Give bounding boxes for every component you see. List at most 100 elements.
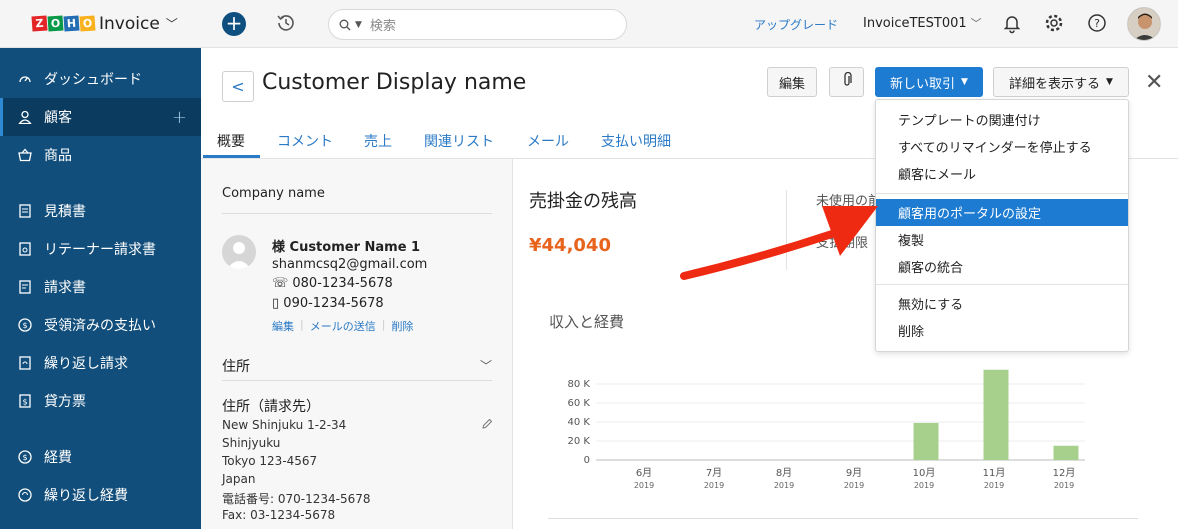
quick-create-button[interactable]: + xyxy=(222,12,246,36)
sidebar-item-dashboard[interactable]: ダッシュボード xyxy=(0,60,201,98)
sidebar-item-credit-notes[interactable]: $ 貸方票 xyxy=(0,382,201,420)
pencil-icon[interactable] xyxy=(481,418,493,434)
recurring-icon xyxy=(18,356,32,370)
org-name: InvoiceTEST001 xyxy=(863,16,967,31)
dashboard-icon xyxy=(18,72,32,86)
active-tab-indicator xyxy=(203,155,260,158)
sidebar-item-recurring-expenses[interactable]: 繰り返し経費 xyxy=(0,476,201,514)
zoho-logo-letter: Z xyxy=(31,15,48,32)
back-button[interactable]: < xyxy=(222,71,254,102)
delete-contact-link[interactable]: 削除 xyxy=(391,318,413,334)
contact-mobile-value: 090-1234-5678 xyxy=(283,296,384,311)
gear-icon[interactable] xyxy=(1043,12,1065,38)
send-email-link[interactable]: メールの送信 xyxy=(310,318,376,334)
menu-divider xyxy=(876,193,1128,194)
x-tick-label: 6月 xyxy=(636,467,652,479)
chart-title: 収入と経費 xyxy=(549,313,625,331)
user-avatar[interactable] xyxy=(1127,7,1161,41)
address-line: Japan xyxy=(222,472,256,486)
menu-item-associate-templates[interactable]: テンプレートの関連付け xyxy=(876,106,1128,133)
contact-email: shanmcsq2@gmail.com xyxy=(272,257,428,272)
edit-button[interactable]: 編集 xyxy=(767,67,817,97)
chevron-down-icon[interactable]: ﹀ xyxy=(480,357,492,374)
edit-contact-link[interactable]: 編集 xyxy=(272,318,294,334)
x-tick-year: 2019 xyxy=(1054,481,1074,490)
upgrade-link[interactable]: アップグレード xyxy=(754,16,838,33)
sidebar: Z O H O Invoice ﹀ ダッシュボード 顧客 + 商品 見積書 リテ… xyxy=(0,0,201,529)
caret-down-icon: ▼ xyxy=(1106,77,1113,87)
sidebar-item-label: 商品 xyxy=(44,148,72,164)
chevron-down-icon: ﹀ xyxy=(970,17,982,30)
sidebar-item-recurring-invoices[interactable]: 繰り返し請求 xyxy=(0,344,201,382)
menu-item-email-customer[interactable]: 顧客にメール xyxy=(876,160,1128,187)
new-transaction-button[interactable]: 新しい取引 ▼ xyxy=(875,67,983,97)
payment-due-label: 支払期限 xyxy=(816,236,869,251)
x-tick-year: 2019 xyxy=(704,481,724,490)
caret-down-icon[interactable]: ▼ xyxy=(355,20,362,30)
x-tick-year: 2019 xyxy=(844,481,864,490)
contact-mobile: ▯ 090-1234-5678 xyxy=(272,296,384,311)
bar xyxy=(1053,445,1079,460)
chevron-left-icon: < xyxy=(231,77,245,96)
zoho-logo-letter: O xyxy=(47,15,64,32)
brand-switcher[interactable]: Z O H O Invoice ﹀ xyxy=(0,0,201,48)
close-icon[interactable]: ✕ xyxy=(1145,70,1163,95)
y-tick-label: 20 K xyxy=(568,436,591,447)
zoho-logo-letter: O xyxy=(79,15,96,32)
expense-icon: $ xyxy=(18,450,32,464)
tab-mails[interactable]: メール xyxy=(527,131,569,151)
x-tick-label: 11月 xyxy=(983,467,1006,479)
x-tick-label: 7月 xyxy=(706,467,722,479)
zoho-logo-letter: H xyxy=(63,15,80,32)
brand-name: Invoice xyxy=(99,13,160,34)
address-section-header[interactable]: 住所 xyxy=(222,356,250,376)
y-tick-label: 0 xyxy=(584,455,590,466)
svg-text:$: $ xyxy=(22,453,27,462)
separator: | xyxy=(381,318,386,331)
organization-switcher[interactable]: InvoiceTEST001 ﹀ xyxy=(863,15,982,31)
attach-button[interactable] xyxy=(829,67,864,97)
basket-icon xyxy=(18,148,32,162)
tab-related-lists[interactable]: 関連リスト xyxy=(424,131,494,151)
sidebar-item-estimates[interactable]: 見積書 xyxy=(0,192,201,230)
sidebar-item-label: 繰り返し経費 xyxy=(44,488,128,504)
sidebar-item-expenses[interactable]: $ 経費 xyxy=(0,438,201,476)
menu-item-clone[interactable]: 複製 xyxy=(876,226,1128,253)
estimate-icon xyxy=(18,204,32,218)
recurring-expense-icon xyxy=(18,488,32,502)
tab-comments[interactable]: コメント xyxy=(277,131,333,151)
sidebar-item-invoices[interactable]: 請求書 xyxy=(0,268,201,306)
tab-sales[interactable]: 売上 xyxy=(364,131,392,151)
history-icon[interactable] xyxy=(275,12,297,38)
sidebar-item-items[interactable]: 商品 xyxy=(0,136,201,174)
sidebar-item-label: 繰り返し請求 xyxy=(44,356,128,372)
sidebar-item-payments-received[interactable]: $ 受領済みの支払い xyxy=(0,306,201,344)
tab-overview[interactable]: 概要 xyxy=(217,131,245,151)
menu-item-delete[interactable]: 削除 xyxy=(876,317,1128,344)
svg-text:$: $ xyxy=(22,398,27,407)
divider xyxy=(548,518,1138,519)
sidebar-item-customers[interactable]: 顧客 + xyxy=(0,98,201,136)
svg-text:$: $ xyxy=(22,321,27,330)
menu-divider xyxy=(876,284,1128,285)
receivables-amount: ¥44,040 xyxy=(529,235,611,256)
address-fax: Fax: 03-1234-5678 xyxy=(222,508,336,522)
sidebar-item-label: 顧客 xyxy=(44,110,72,126)
bar xyxy=(983,369,1009,460)
help-icon[interactable]: ? xyxy=(1086,12,1108,38)
more-details-button[interactable]: 詳細を表示する ▼ xyxy=(993,67,1129,97)
bell-icon[interactable] xyxy=(1001,12,1023,38)
address-phone: 電話番号: 070-1234-5678 xyxy=(222,492,371,506)
y-tick-label: 60 K xyxy=(568,398,591,409)
menu-item-merge-customers[interactable]: 顧客の統合 xyxy=(876,253,1128,280)
menu-item-mark-inactive[interactable]: 無効にする xyxy=(876,290,1128,317)
tab-statement[interactable]: 支払い明細 xyxy=(601,131,671,151)
sidebar-item-retainer-invoices[interactable]: リテーナー請求書 xyxy=(0,230,201,268)
caret-down-icon: ▼ xyxy=(961,77,968,87)
divider xyxy=(222,213,492,214)
search-input[interactable]: ▼ 検索 xyxy=(328,9,627,40)
menu-item-portal-settings[interactable]: 顧客用のポータルの設定 xyxy=(876,199,1128,226)
phone-icon: ☏ xyxy=(272,276,293,291)
menu-item-stop-reminders[interactable]: すべてのリマインダーを停止する xyxy=(876,133,1128,160)
add-customer-button[interactable]: + xyxy=(172,107,187,128)
